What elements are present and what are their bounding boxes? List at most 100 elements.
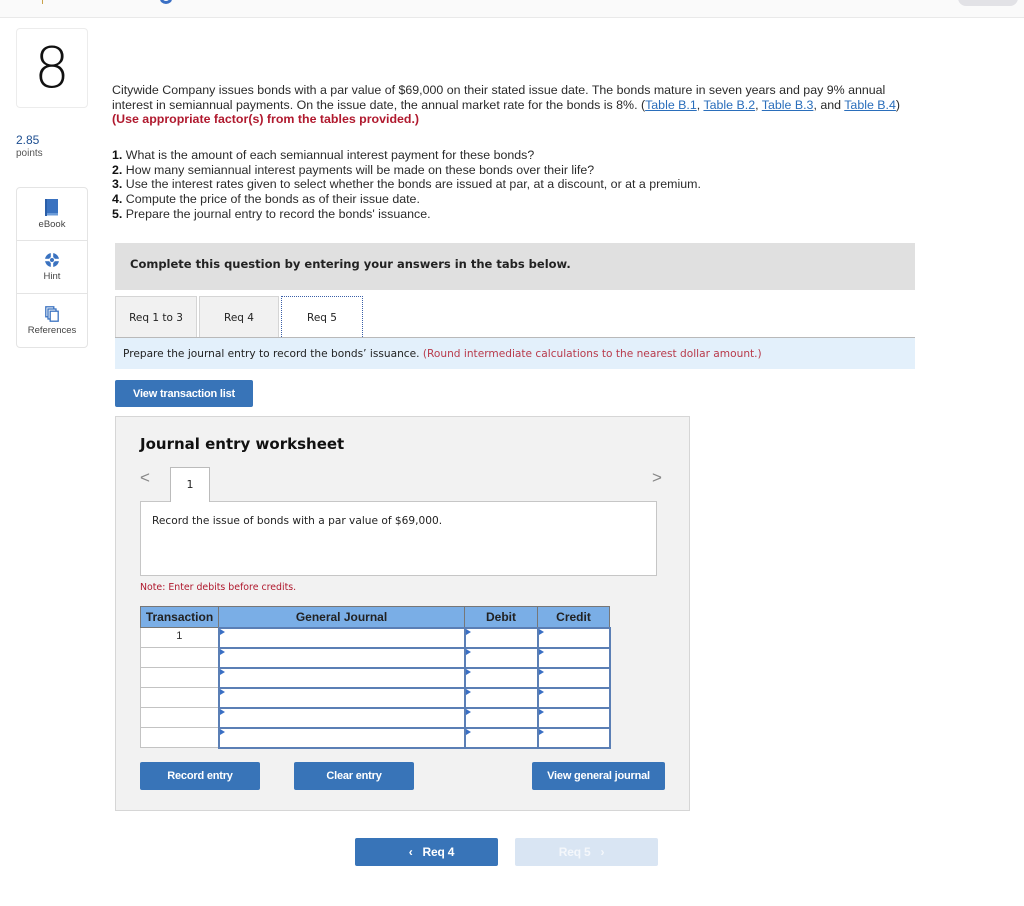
link-table-b4[interactable]: Table B.4 [844,98,896,112]
worksheet-title: Journal entry worksheet [140,435,345,453]
debit-input[interactable] [463,626,539,649]
col-general-journal: General Journal [218,606,465,628]
prev-req-button[interactable]: ‹ Req 4 [355,838,498,866]
tools-panel: eBook Hint References [16,187,88,348]
next-req-label: Req 5 [558,845,591,859]
credit-input[interactable] [536,706,611,729]
references-button[interactable]: References [17,294,87,347]
clear-entry-button[interactable]: Clear entry [294,762,414,790]
problem-statement: Citywide Company issues bonds with a par… [112,83,927,127]
tool-label-references: References [27,324,77,336]
chevron-left-icon: ‹ [408,845,413,859]
debit-input[interactable] [463,686,539,709]
credit-input[interactable] [536,626,611,649]
separator: , [755,97,762,112]
chevron-right-icon[interactable]: > [652,468,662,488]
instruction-text: Prepare the journal entry to record the … [123,348,423,360]
debit-input[interactable] [463,646,539,669]
question-number: 8 [16,28,88,108]
transaction-cell [140,667,219,688]
complete-banner: Complete this question by entering your … [115,243,915,290]
question-item: 1. What is the amount of each semiannual… [112,148,701,163]
account-input[interactable] [217,646,466,669]
lifebuoy-icon [44,252,60,268]
credit-input[interactable] [536,646,611,669]
account-input[interactable] [217,686,466,709]
points-label: points [16,148,43,159]
worksheet-note: Note: Enter debits before credits. [140,582,297,593]
question-num: 3. [112,177,123,192]
credit-input[interactable] [536,686,611,709]
link-table-b1[interactable]: Table B.1 [645,98,697,112]
tab-req-5[interactable]: Req 5 [281,296,363,339]
account-input[interactable] [217,726,466,749]
separator: ) [895,97,901,112]
transaction-cell [140,687,219,708]
chevron-right-icon: › [600,845,605,859]
journal-row [140,646,611,669]
tool-label-hint: Hint [43,271,61,282]
next-req-button[interactable]: Req 5 › [515,838,658,866]
question-num: 5. [112,206,123,221]
view-transaction-list-button[interactable]: View transaction list [115,380,253,407]
copy-pages-icon [45,305,59,322]
record-entry-button[interactable]: Record entry [140,762,260,790]
status-dot-icon [160,0,172,4]
points-value: 2.85 [16,133,40,147]
debit-input[interactable] [463,706,539,729]
question-text: How many semiannual interest payments wi… [122,162,595,177]
tab-req-4[interactable]: Req 4 [199,296,279,338]
view-general-journal-button[interactable]: View general journal [532,762,665,790]
col-transaction: Transaction [140,606,219,628]
question-num: 4. [112,192,123,207]
question-item: 3. Use the interest rates given to selec… [112,177,701,192]
journal-row: 1 [140,626,611,649]
instruction-note: (Round intermediate calculations to the … [422,348,762,360]
transaction-cell [140,647,219,668]
transaction-cell: 1 [140,627,219,648]
col-debit: Debit [464,606,538,628]
question-item: 2. How many semiannual interest payments… [112,163,701,178]
account-input[interactable] [217,706,466,729]
account-input[interactable] [217,666,466,689]
journal-row [140,666,611,689]
complete-banner-text: Complete this question by entering your … [130,257,571,271]
debit-input[interactable] [463,726,539,749]
journal-row [140,706,611,729]
journal-header-row: Transaction General Journal Debit Credit [140,606,610,628]
tab-req-1-to-3[interactable]: Req 1 to 3 [115,296,197,338]
problem-instruction: (Use appropriate factor(s) from the tabl… [112,112,420,126]
account-input[interactable] [217,626,466,649]
question-item: 5. Prepare the journal entry to record t… [112,207,701,222]
worksheet-tab-1[interactable]: 1 [170,467,210,502]
journal-row [140,686,611,709]
question-text: Compute the price of the bonds as of the… [122,192,420,207]
journal-table: Transaction General Journal Debit Credit… [140,606,611,749]
question-text: What is the amount of each semiannual in… [122,148,535,162]
transaction-cell [140,707,219,728]
question-list: 1. What is the amount of each semiannual… [112,148,701,222]
progress-tick [42,0,43,4]
separator: , and [813,97,845,112]
question-num: 2. [112,162,123,177]
hint-button[interactable]: Hint [17,241,87,294]
transaction-cell [140,727,219,748]
credit-input[interactable] [536,666,611,689]
top-right-button[interactable] [958,0,1018,6]
worksheet-description: Record the issue of bonds with a par val… [140,501,657,576]
link-table-b2[interactable]: Table B.2 [703,98,755,112]
link-table-b3[interactable]: Table B.3 [762,98,814,112]
prev-req-label: Req 4 [422,845,455,859]
debit-input[interactable] [463,666,539,689]
chevron-left-icon[interactable]: < [140,468,150,488]
question-num: 1. [112,148,123,162]
top-bar [0,0,1024,18]
ebook-button[interactable]: eBook [17,188,87,241]
question-text: Prepare the journal entry to record the … [122,206,431,221]
col-credit: Credit [537,606,610,628]
tool-label-ebook: eBook [38,218,66,230]
question-item: 4. Compute the price of the bonds as of … [112,192,701,207]
instruction-bar: Prepare the journal entry to record the … [115,338,915,369]
book-icon [45,198,58,216]
credit-input[interactable] [536,726,611,749]
